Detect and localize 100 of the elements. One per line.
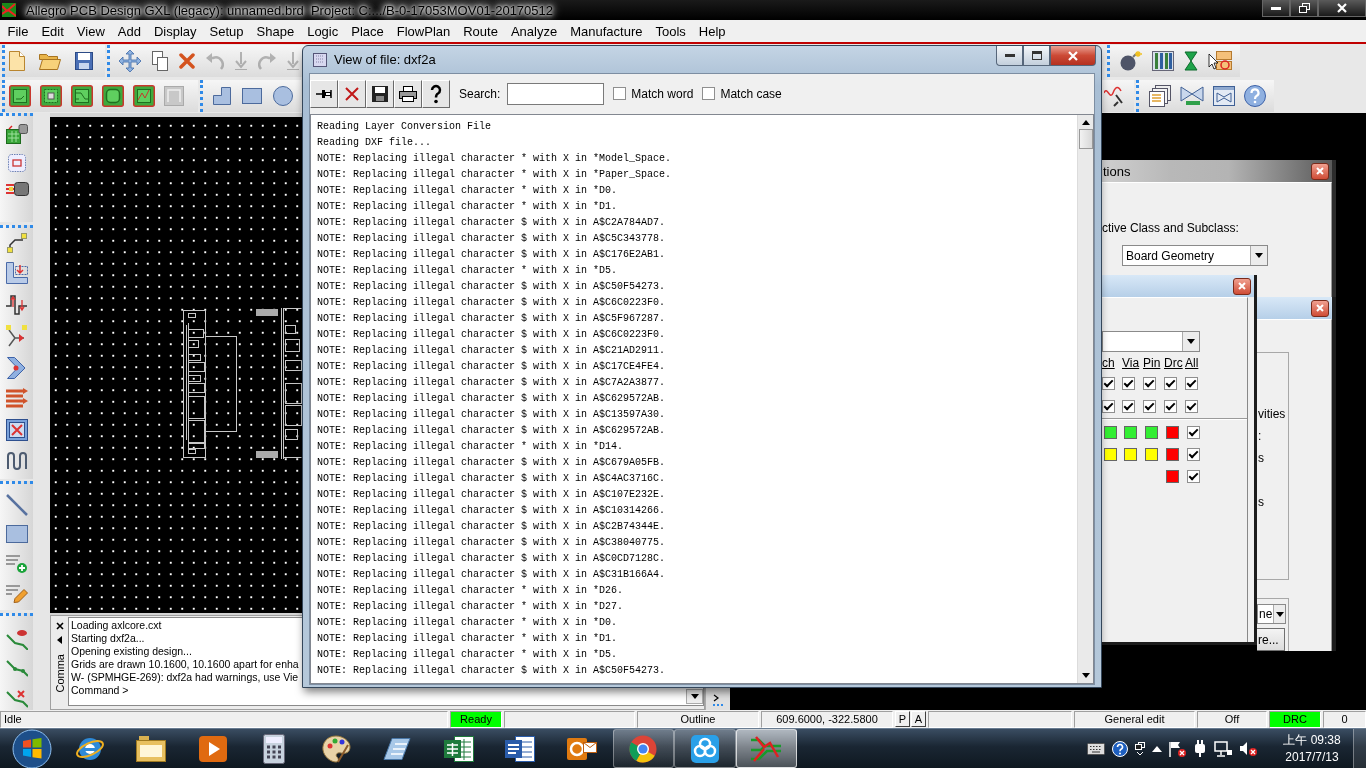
checkbox[interactable] xyxy=(1187,425,1200,439)
stacked-pages-icon[interactable] xyxy=(1149,84,1171,107)
rectangle-icon[interactable] xyxy=(5,524,28,543)
color-swatch-icon[interactable] xyxy=(1145,425,1158,439)
menu-item[interactable]: FlowPlan xyxy=(390,23,457,39)
menu-item[interactable]: Display xyxy=(147,23,204,39)
l-shape-icon[interactable] xyxy=(213,86,231,105)
board-icon[interactable] xyxy=(40,84,62,107)
circle-icon[interactable] xyxy=(273,85,293,106)
column-header[interactable]: Pin xyxy=(1143,356,1164,370)
route-delete-icon[interactable] xyxy=(5,689,28,710)
checkbox[interactable] xyxy=(702,87,716,100)
connector-icon[interactable] xyxy=(4,182,29,196)
color-swatch-icon[interactable] xyxy=(1104,425,1117,439)
window-bowtie-icon[interactable] xyxy=(1213,85,1235,106)
maximize-button[interactable] xyxy=(1023,46,1050,66)
class-dropdown[interactable]: Board Geometry xyxy=(1122,245,1268,266)
help-button[interactable] xyxy=(422,79,450,108)
pin-button[interactable] xyxy=(310,79,338,108)
minimize-button[interactable] xyxy=(1262,0,1290,17)
menu-item[interactable]: Help xyxy=(692,23,733,39)
menu-item[interactable]: Add xyxy=(111,23,148,39)
network-icon[interactable] xyxy=(1214,740,1232,757)
checkbox[interactable] xyxy=(1122,400,1135,413)
column-header[interactable]: All xyxy=(1185,356,1206,370)
menu-item[interactable]: Logic xyxy=(300,23,345,39)
status-toggle[interactable]: P xyxy=(895,711,910,727)
plug-icon[interactable] xyxy=(1193,740,1207,757)
column-header[interactable]: ch xyxy=(1102,356,1122,370)
column-header[interactable]: Drc xyxy=(1164,356,1185,370)
serpentine-icon[interactable] xyxy=(6,450,27,471)
color-swatch-icon[interactable] xyxy=(1124,447,1137,461)
vertical-scrollbar[interactable] xyxy=(1077,115,1093,683)
board-icon[interactable] xyxy=(102,84,124,107)
checkbox[interactable] xyxy=(1187,447,1200,461)
restore-button[interactable] xyxy=(1290,0,1318,17)
checkbox[interactable] xyxy=(1102,400,1115,413)
probe-wave-icon[interactable] xyxy=(1104,84,1126,107)
print-button[interactable] xyxy=(394,79,422,108)
scroll-thumb[interactable] xyxy=(1078,129,1093,149)
checkbox[interactable] xyxy=(613,87,627,100)
grid-square-icon[interactable] xyxy=(5,418,28,441)
panel-grip-icon[interactable] xyxy=(713,694,723,706)
copy-icon[interactable] xyxy=(152,51,168,71)
board-icon[interactable] xyxy=(9,84,31,107)
history-dropdown-button[interactable] xyxy=(686,689,703,704)
up-arrow-icon[interactable] xyxy=(1152,745,1162,752)
dropdown[interactable] xyxy=(1102,331,1200,352)
status-toggle[interactable]: A xyxy=(911,711,926,727)
hourglass-icon[interactable] xyxy=(1184,51,1198,71)
menu-item[interactable]: Shape xyxy=(250,23,301,39)
color-swatch-icon[interactable] xyxy=(1124,425,1137,439)
board-chip-icon[interactable] xyxy=(5,124,28,144)
taskbar-button[interactable] xyxy=(674,729,736,768)
up-arrow-icon[interactable] xyxy=(1081,120,1090,125)
close-button[interactable] xyxy=(1233,277,1251,295)
checkbox[interactable] xyxy=(1164,400,1177,413)
menu-item[interactable]: Edit xyxy=(34,23,71,39)
menu-item[interactable]: Place xyxy=(344,23,391,39)
column-header[interactable]: Via xyxy=(1122,356,1143,370)
color-swatch-icon[interactable] xyxy=(1104,447,1117,461)
pointer-icon[interactable] xyxy=(1208,51,1232,71)
color-swatch-icon[interactable] xyxy=(1145,447,1158,461)
left-arrow-icon[interactable] xyxy=(57,636,62,644)
start-orb-icon[interactable] xyxy=(12,728,52,768)
open-folder-icon[interactable] xyxy=(39,52,61,70)
board-icon[interactable] xyxy=(71,84,93,107)
new-file-icon[interactable] xyxy=(9,51,25,71)
menu-item[interactable]: View xyxy=(70,23,112,39)
checkbox[interactable] xyxy=(1185,377,1198,390)
restore-windows-icon[interactable] xyxy=(1135,741,1145,756)
route-wire-icon[interactable] xyxy=(5,629,28,650)
step-arrows-icon[interactable] xyxy=(6,293,27,316)
menu-item[interactable]: File xyxy=(1,23,35,39)
checkbox[interactable] xyxy=(1122,377,1135,390)
ellipsis-button[interactable]: re... xyxy=(1257,628,1285,651)
l-bracket-icon[interactable] xyxy=(5,262,28,285)
search-field[interactable] xyxy=(507,82,605,105)
checkbox[interactable] xyxy=(1143,400,1156,413)
line-icon[interactable] xyxy=(5,493,28,516)
chip-icon[interactable] xyxy=(6,153,27,173)
color-swatch-icon[interactable] xyxy=(1166,469,1179,483)
delete-icon[interactable] xyxy=(179,53,195,69)
save-button[interactable] xyxy=(366,79,394,108)
route-icon[interactable] xyxy=(6,232,27,253)
menu-item[interactable]: Tools xyxy=(648,23,693,39)
color-swatch-icon[interactable] xyxy=(1166,447,1179,461)
fork-route-icon[interactable] xyxy=(6,325,27,348)
checkbox[interactable] xyxy=(1164,377,1177,390)
dropdown[interactable]: ne xyxy=(1257,604,1286,624)
close-button[interactable] xyxy=(1311,162,1329,180)
close-button[interactable] xyxy=(1311,299,1329,317)
flag-icon[interactable] xyxy=(1169,740,1186,757)
muted-speaker-icon[interactable] xyxy=(1239,740,1257,757)
parallel-lines-icon[interactable] xyxy=(5,388,28,410)
menu-item[interactable]: Route xyxy=(456,23,505,39)
dropdown-arrow-icon[interactable] xyxy=(1081,673,1090,678)
move-arrows-icon[interactable] xyxy=(119,50,141,72)
board-icon[interactable] xyxy=(133,84,155,107)
menu-item[interactable]: Setup xyxy=(203,23,251,39)
